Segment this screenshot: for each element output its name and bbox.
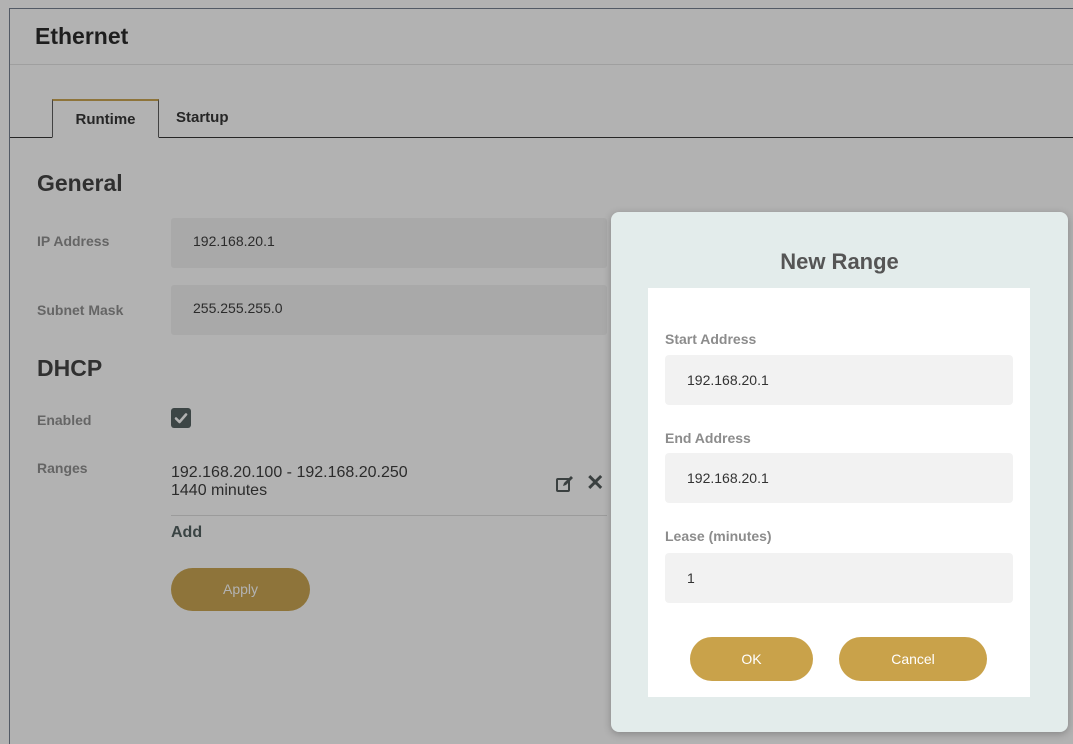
ok-button[interactable]: OK [690,637,813,681]
lease-minutes-label: Lease (minutes) [665,528,772,544]
dialog-title: New Range [780,249,899,274]
start-address-label: Start Address [665,331,757,347]
end-address-input[interactable] [665,453,1013,503]
lease-minutes-input[interactable] [665,553,1013,603]
new-range-dialog: New Range Start Address End Address Leas… [611,212,1068,732]
dialog-body: Start Address End Address Lease (minutes… [648,288,1030,697]
end-address-label: End Address [665,430,751,446]
start-address-input[interactable] [665,355,1013,405]
cancel-button[interactable]: Cancel [839,637,987,681]
